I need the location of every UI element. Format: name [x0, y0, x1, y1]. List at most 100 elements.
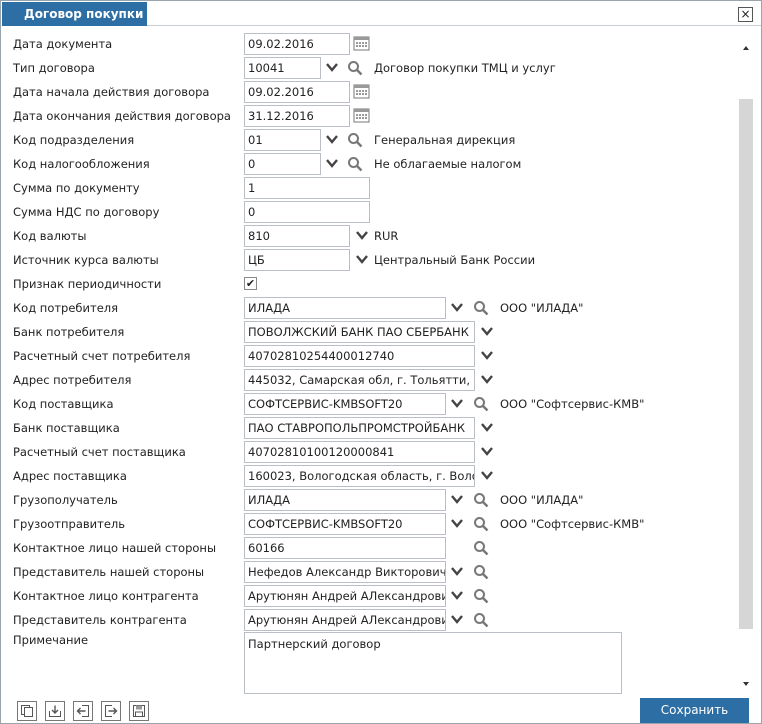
- scroll-down-arrow-icon[interactable]: [741, 677, 751, 686]
- doc-date-input[interactable]: 09.02.2016: [244, 33, 350, 55]
- consumer-bank-input[interactable]: ПОВОЛЖСКИЙ БАНК ПАО СБЕРБАНК: [244, 321, 475, 343]
- our-rep-input[interactable]: Нефедов Александр Викторович: [244, 561, 446, 583]
- chevron-down-icon[interactable]: [353, 249, 371, 271]
- our-contact-label: Контактное лицо нашей стороны: [13, 541, 217, 555]
- import-icon[interactable]: [73, 701, 93, 721]
- calendar-icon[interactable]: [353, 33, 371, 55]
- search-icon[interactable]: [347, 129, 365, 151]
- start-date-input[interactable]: 09.02.2016: [244, 81, 350, 103]
- supplier-account-label: Расчетный счет поставщика: [13, 445, 186, 459]
- contract-type-desc: Договор покупки ТМЦ и услуг: [374, 61, 556, 75]
- chevron-down-icon[interactable]: [353, 225, 371, 247]
- chevron-down-icon[interactable]: [478, 465, 496, 487]
- consignor-input[interactable]: СОФТСЕРВИС-KMBSOFT20: [244, 513, 446, 535]
- search-icon[interactable]: [473, 489, 491, 511]
- search-icon[interactable]: [473, 561, 491, 583]
- division-desc: Генеральная дирекция: [374, 133, 516, 147]
- chevron-down-icon[interactable]: [448, 489, 466, 511]
- row-vat-sum: Сумма НДС по договору 0: [1, 201, 739, 223]
- consumer-address-label: Адрес потребителя: [13, 373, 132, 387]
- supplier-bank-input[interactable]: ПАО СТАВРОПОЛЬПРОМСТРОЙБАНК: [244, 417, 475, 439]
- chevron-down-icon[interactable]: [448, 513, 466, 535]
- contract-dialog: Договор покупки × Дата документа 09.02.2…: [0, 0, 762, 724]
- row-contract-type: Тип договора 10041 Договор покупки ТМЦ и…: [1, 57, 739, 79]
- chevron-down-icon[interactable]: [448, 609, 466, 631]
- row-supplier-code: Код поставщика СОФТСЕРВИС-KMBSOFT20 ООО …: [1, 393, 739, 415]
- scrollbar-thumb[interactable]: [739, 99, 753, 629]
- dialog-title-tab: Договор покупки: [2, 2, 147, 26]
- row-consumer-bank: Банк потребителя ПОВОЛЖСКИЙ БАНК ПАО СБЕ…: [1, 321, 739, 343]
- row-supplier-address: Адрес поставщика 160023, Вологодская обл…: [1, 465, 739, 487]
- row-consumer-address: Адрес потребителя 445032, Самарская обл,…: [1, 369, 739, 391]
- row-doc-date: Дата документа 09.02.2016: [1, 33, 739, 55]
- save-disk-icon[interactable]: [129, 701, 149, 721]
- supplier-account-input[interactable]: 40702810100120000841: [244, 441, 475, 463]
- calendar-icon[interactable]: [353, 81, 371, 103]
- tax-code-input[interactable]: 0: [244, 153, 321, 175]
- doc-sum-label: Сумма по документу: [13, 181, 140, 195]
- rate-source-input[interactable]: ЦБ: [244, 249, 350, 271]
- save-button[interactable]: Сохранить: [640, 698, 749, 723]
- our-contact-input[interactable]: 60166: [244, 537, 446, 559]
- chevron-down-icon[interactable]: [323, 57, 341, 79]
- row-currency: Код валюты 810 RUR: [1, 225, 739, 247]
- division-input[interactable]: 01: [244, 129, 321, 151]
- note-textarea[interactable]: Партнерский договор: [244, 632, 622, 694]
- chevron-down-icon[interactable]: [448, 297, 466, 319]
- row-supplier-account: Расчетный счет поставщика 40702810100120…: [1, 441, 739, 463]
- download-icon[interactable]: [45, 701, 65, 721]
- row-our-rep: Представитель нашей стороны Нефедов Алек…: [1, 561, 739, 583]
- tax-code-label: Код налогообложения: [13, 157, 150, 171]
- close-button[interactable]: ×: [738, 7, 753, 22]
- doc-sum-input[interactable]: 1: [244, 177, 370, 199]
- export-icon[interactable]: [101, 701, 121, 721]
- chevron-down-icon[interactable]: [448, 393, 466, 415]
- supplier-code-desc: ООО "Софтсервис-КМВ": [500, 397, 645, 411]
- row-doc-sum: Сумма по документу 1: [1, 177, 739, 199]
- end-date-input[interactable]: 31.12.2016: [244, 105, 350, 127]
- search-icon[interactable]: [347, 153, 365, 175]
- chevron-down-icon[interactable]: [323, 153, 341, 175]
- cp-contact-input[interactable]: Арутюнян Андрей АЛександрович: [244, 585, 446, 607]
- vat-sum-input[interactable]: 0: [244, 201, 370, 223]
- consumer-code-label: Код потребителя: [13, 301, 119, 315]
- row-our-contact: Контактное лицо нашей стороны 60166: [1, 537, 739, 559]
- cp-rep-input[interactable]: Арутюнян Андрей АЛександрович: [244, 609, 446, 631]
- scroll-up-arrow-icon[interactable]: [741, 41, 751, 50]
- supplier-address-input[interactable]: 160023, Вологодская область, г. Волог: [244, 465, 475, 487]
- row-periodic: Признак периодичности ✔: [1, 273, 739, 295]
- header-divider: [147, 25, 761, 26]
- periodic-checkbox[interactable]: ✔: [244, 277, 257, 290]
- supplier-bank-label: Банк поставщика: [13, 421, 120, 435]
- chevron-down-icon[interactable]: [478, 417, 496, 439]
- consumer-address-input[interactable]: 445032, Самарская обл, г. Тольятти, пр: [244, 369, 475, 391]
- search-icon[interactable]: [473, 585, 491, 607]
- doc-date-label: Дата документа: [13, 37, 113, 51]
- currency-input[interactable]: 810: [244, 225, 350, 247]
- chevron-down-icon[interactable]: [448, 561, 466, 583]
- search-icon[interactable]: [473, 537, 491, 559]
- consumer-code-input[interactable]: ИЛАДА: [244, 297, 446, 319]
- supplier-code-input[interactable]: СОФТСЕРВИС-KMBSOFT20: [244, 393, 446, 415]
- chevron-down-icon[interactable]: [478, 369, 496, 391]
- search-icon[interactable]: [473, 513, 491, 535]
- supplier-code-label: Код поставщика: [13, 397, 114, 411]
- chevron-down-icon[interactable]: [478, 321, 496, 343]
- search-icon[interactable]: [473, 297, 491, 319]
- consignee-input[interactable]: ИЛАДА: [244, 489, 446, 511]
- search-icon[interactable]: [473, 609, 491, 631]
- consumer-account-input[interactable]: 40702810254400012740: [244, 345, 475, 367]
- note-label: Примечание: [13, 633, 89, 647]
- calendar-icon[interactable]: [353, 105, 371, 127]
- contract-type-input[interactable]: 10041: [244, 57, 321, 79]
- chevron-down-icon[interactable]: [478, 345, 496, 367]
- periodic-label: Признак периодичности: [13, 277, 162, 291]
- search-icon[interactable]: [347, 57, 365, 79]
- tax-code-desc: Не облагаемые налогом: [374, 157, 522, 171]
- chevron-down-icon[interactable]: [323, 129, 341, 151]
- copy-icon[interactable]: [17, 701, 37, 721]
- chevron-down-icon[interactable]: [478, 441, 496, 463]
- search-icon[interactable]: [473, 393, 491, 415]
- chevron-down-icon[interactable]: [448, 585, 466, 607]
- consignee-desc: ООО "ИЛАДА": [500, 493, 584, 507]
